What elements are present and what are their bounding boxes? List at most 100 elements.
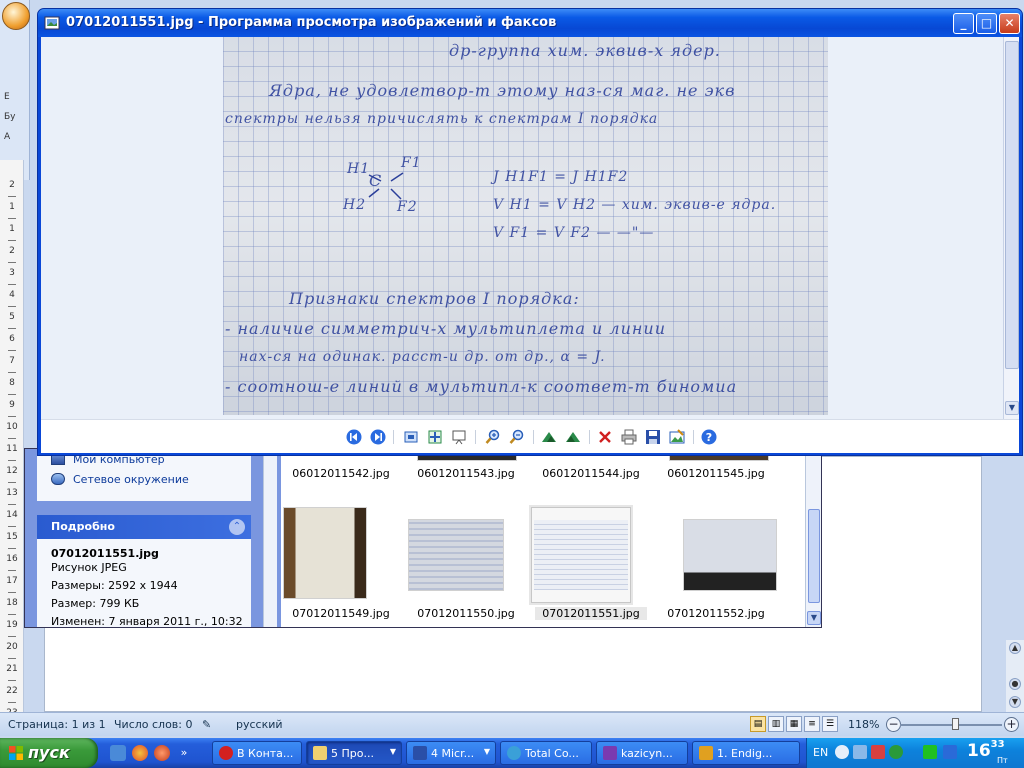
ribbon-fragments: Е Бу А <box>0 36 30 152</box>
zoom-level[interactable]: 118% <box>848 718 879 731</box>
show-desktop-icon[interactable] <box>110 745 126 761</box>
best-fit-icon[interactable] <box>403 429 419 445</box>
task-button[interactable]: 1. Endig... <box>692 741 800 765</box>
ruler-tick <box>8 394 16 395</box>
collapse-chevron-icon[interactable]: ⌃ <box>229 519 245 535</box>
zoom-in-icon[interactable] <box>485 429 501 445</box>
thumbnail-caption-selected[interactable]: 07012011551.jpg <box>535 607 647 620</box>
zoom-slider-thumb[interactable] <box>952 718 959 730</box>
details-panel-header[interactable]: Подробно ⌃ <box>37 515 251 539</box>
tray-app-icon[interactable] <box>871 745 885 759</box>
opera-task-icon <box>219 746 233 760</box>
ruler-tick <box>8 372 16 373</box>
zoom-out-icon[interactable]: − <box>886 717 901 732</box>
language-indicator[interactable]: EN <box>813 746 828 759</box>
chrome-icon[interactable] <box>132 745 148 761</box>
scroll-down-icon[interactable]: ▼ <box>1005 401 1019 415</box>
ruler-number: 18 <box>6 598 18 608</box>
link-network[interactable]: Сетевое окружение <box>51 473 189 489</box>
thumbnail-caption[interactable]: 06012011544.jpg <box>535 467 647 480</box>
tray-network-icon[interactable] <box>943 745 957 759</box>
scrollbar-thumb[interactable] <box>808 509 820 603</box>
task-button-active[interactable]: 5 Про... ▼ <box>306 741 402 765</box>
image-area[interactable]: др-группа хим. эквив-х ядер. Ядра, не уд… <box>41 37 1003 419</box>
thumbnail-caption[interactable]: 07012011550.jpg <box>410 607 522 620</box>
page-count[interactable]: Страница: 1 из 1 <box>8 718 106 731</box>
next-image-icon[interactable] <box>370 429 386 445</box>
task-button[interactable]: Total Co... <box>500 741 592 765</box>
delete-icon[interactable] <box>597 429 613 445</box>
draft-view-button[interactable]: ☰ <box>822 716 838 732</box>
ruler-tick <box>8 658 16 659</box>
tray-collapse-icon[interactable] <box>835 745 849 759</box>
rotate-counterclockwise-icon[interactable] <box>565 429 581 445</box>
print-layout-view-button[interactable]: ▤ <box>750 716 766 732</box>
tray-app-icon[interactable] <box>853 745 867 759</box>
thumbnail-caption[interactable]: 06012011545.jpg <box>660 467 772 480</box>
task-button[interactable]: 4 Micr... ▼ <box>406 741 496 765</box>
scroll-down-icon[interactable]: ▼ <box>807 611 821 625</box>
save-icon[interactable] <box>645 429 661 445</box>
previous-page-icon[interactable]: ● <box>1009 678 1021 690</box>
clock[interactable]: 1633 Пт <box>967 739 1008 765</box>
web-layout-view-button[interactable]: ▦ <box>786 716 802 732</box>
print-icon[interactable] <box>621 429 637 445</box>
opera-icon[interactable] <box>154 745 170 761</box>
thumbnail-image-selected[interactable] <box>531 507 631 603</box>
viewer-vertical-scrollbar[interactable]: ▼ <box>1003 37 1019 419</box>
close-button[interactable]: ✕ <box>999 13 1020 34</box>
scrollbar-thumb[interactable] <box>1005 41 1019 369</box>
zoom-out-icon[interactable] <box>509 429 525 445</box>
previous-image-icon[interactable] <box>346 429 362 445</box>
vertical-ruler: 211234567891011121314151617181920212223 <box>0 160 24 725</box>
help-icon[interactable]: ? <box>701 429 717 445</box>
slideshow-icon[interactable] <box>451 429 467 445</box>
task-button[interactable]: kazicyn... <box>596 741 688 765</box>
ruler-tick <box>8 504 16 505</box>
edit-image-icon[interactable] <box>669 429 685 445</box>
zoom-in-icon[interactable]: + <box>1004 717 1019 732</box>
thumbnail-caption[interactable]: 07012011549.jpg <box>285 607 397 620</box>
thumbnail-caption[interactable]: 06012011542.jpg <box>285 467 397 480</box>
word-count[interactable]: Число слов: 0 <box>114 718 193 731</box>
thumbnail-image[interactable] <box>683 519 777 591</box>
explorer-window: Мой компьютер Сетевое окружение Подробно… <box>24 448 822 628</box>
word-ribbon-fragment: Е Бу А <box>0 0 30 180</box>
office-button[interactable] <box>2 2 30 30</box>
full-screen-reading-view-button[interactable]: ▥ <box>768 716 784 732</box>
thumbnail-image[interactable] <box>408 519 504 591</box>
zoom-slider[interactable] <box>900 724 1002 726</box>
actual-size-icon[interactable] <box>427 429 443 445</box>
image-viewer-app-icon <box>44 16 60 30</box>
word-vertical-scrollbar[interactable]: ▲ ● ▼ <box>1006 640 1024 712</box>
thumbnail-image[interactable] <box>283 507 367 599</box>
thumbnail-notebook-graphic <box>534 520 628 590</box>
image-viewer-window: 07012011551.jpg - Программа просмотра из… <box>37 8 1023 456</box>
next-page-icon[interactable]: ▼ <box>1009 696 1021 708</box>
start-button[interactable]: пуск <box>0 738 98 768</box>
maximize-button[interactable]: □ <box>976 13 997 34</box>
minimize-button[interactable]: _ <box>953 13 974 34</box>
rotate-clockwise-icon[interactable] <box>541 429 557 445</box>
group-dropdown-icon: ▼ <box>389 747 396 756</box>
task-button[interactable]: В Конта... <box>212 741 302 765</box>
outline-view-button[interactable]: ≡ <box>804 716 820 732</box>
thumbnail-caption[interactable]: 06012011543.jpg <box>410 467 522 480</box>
details-header-title: Подробно <box>51 520 115 533</box>
scroll-up-icon[interactable]: ▲ <box>1009 642 1021 654</box>
task-label: В Конта... <box>237 747 294 760</box>
spellcheck-icon[interactable]: ✎ <box>202 718 211 731</box>
system-tray: EN 1633 Пт <box>806 738 1024 768</box>
folder-task-icon <box>313 746 327 760</box>
ruler-tick <box>8 284 16 285</box>
tray-app-icon[interactable] <box>889 745 903 759</box>
ruler-tick <box>8 680 16 681</box>
handwritten-line: спектры нельзя причислять к спектрам I п… <box>225 111 659 127</box>
thumbnail-scrollbar[interactable]: ▼ <box>805 449 821 627</box>
viewer-title-bar[interactable]: 07012011551.jpg - Программа просмотра из… <box>38 9 1022 37</box>
thumbnail-caption[interactable]: 07012011552.jpg <box>660 607 772 620</box>
tray-status-icon[interactable] <box>923 745 937 759</box>
language-indicator[interactable]: русский <box>236 718 283 731</box>
quicklaunch-more-icon[interactable]: » <box>176 745 192 761</box>
task-pane-scrollbar[interactable] <box>263 449 277 627</box>
